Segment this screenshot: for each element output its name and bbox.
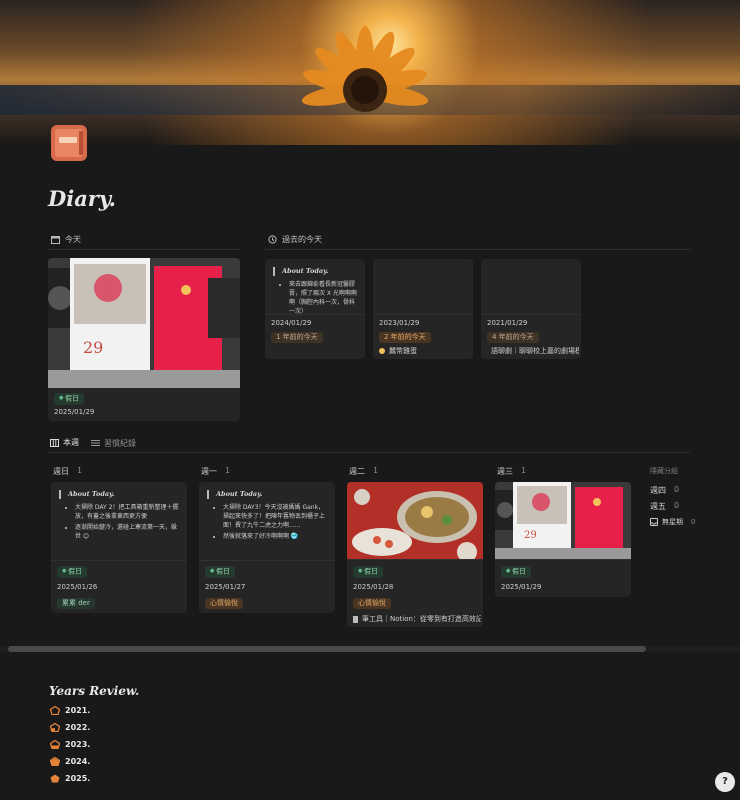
egg-icon: [379, 348, 385, 354]
hotpot-photo: [347, 482, 483, 559]
card-date: 2025/01/27: [205, 583, 246, 591]
pentagon-quarter-icon: [50, 723, 60, 732]
mood-tag: 累累 der: [57, 598, 95, 609]
board-card-tue[interactable]: 假日 2025/01/28 心情愉悅 筆工具｜Notion：從零到有打造高效記錄…: [347, 482, 483, 627]
today-tag: 假日: [54, 393, 84, 405]
sunflower-illustration: [301, 26, 429, 112]
mood-tag: 心情愉悅: [353, 598, 391, 609]
preview-title: About Today.: [273, 267, 359, 276]
past-date: 2021/01/29: [487, 319, 528, 327]
past-extra: 蠶幣雞蛋: [389, 347, 417, 355]
board-scrollbar-thumb[interactable]: [8, 646, 646, 652]
board-card-mon[interactable]: About Today. 大掃除 DAY3！今天沒被媽媽 Gank，掃起來快多了…: [199, 482, 335, 613]
past-label: 過去的今天: [282, 235, 322, 244]
past-card-2[interactable]: 2023/01/29 2 年前的今天 蠶幣雞蛋: [373, 259, 473, 359]
card-linked-page: 筆工具｜Notion：從零到有打造高效記錄工: [362, 615, 481, 623]
preview-item: 來去跟錦俞看長新冠醫膠膏，照了兩次 X 光啊啊啊啊（胸腔內科一次，骨科一次）: [289, 280, 359, 316]
past-card-1[interactable]: About Today. 來去跟錦俞看長新冠醫膠膏，照了兩次 X 光啊啊啊啊（胸…: [265, 259, 365, 359]
card-cover-photo: [495, 482, 631, 559]
column-header-mon[interactable]: 週一 1: [201, 466, 230, 477]
preview-title: About Today.: [207, 490, 329, 499]
past-tag: 1 年前的今天: [271, 332, 323, 343]
today-label: 今天: [65, 235, 81, 244]
preview-item: 逐漸開始變冷，還碰上寒流第一天，躲世 😊: [75, 523, 181, 541]
past-tag: 4 年前的今天: [487, 332, 539, 343]
preview-item: 大掃除 DAY3！今天沒被媽媽 Gank，掃起來快多了！把陳年舊物丟到櫃子上面！…: [223, 503, 329, 530]
hidden-groups-label: 隱藏分組: [650, 467, 678, 475]
help-button[interactable]: ?: [715, 772, 735, 792]
document-icon: [353, 615, 358, 623]
years-review-title: Years Review.: [49, 684, 140, 698]
year-link-2023[interactable]: 2023.: [50, 740, 90, 749]
card-tag: 假日: [205, 566, 235, 578]
list-icon: [91, 440, 100, 446]
pentagon-filled-icon: [50, 774, 60, 783]
pentagon-outline-icon: [50, 706, 60, 715]
column-header-tue[interactable]: 週二 1: [349, 466, 378, 477]
today-section-header[interactable]: 今天: [51, 234, 81, 245]
preview-item: 大掃除 DAY 2！把工具箱重新整理＋擺放，有蓋之後拿東西更方便: [75, 503, 181, 521]
today-card[interactable]: 29 假日 2025/01/29: [48, 258, 240, 421]
card-date: 2025/01/26: [57, 583, 98, 591]
past-date: 2024/01/29: [271, 319, 312, 327]
board-card-wed[interactable]: 29 假日 2025/01/29: [495, 482, 631, 597]
calendar-day-number: 29: [524, 530, 537, 541]
mood-tag: 心情愉悅: [205, 598, 243, 609]
preview-title: About Today.: [59, 490, 181, 499]
past-card-3[interactable]: 2021/01/29 4 年前的今天 語聊劇｜聊聊校上嘉的劇場模式: [481, 259, 581, 359]
hidden-group-thu[interactable]: 週四 0: [650, 485, 679, 496]
card-tag: 假日: [501, 566, 531, 578]
year-link-2022[interactable]: 2022.: [50, 723, 90, 732]
year-link-2025[interactable]: 2025.: [50, 774, 90, 783]
card-tag: 假日: [57, 566, 87, 578]
view-tabs: 本週 習慣紀錄: [50, 437, 136, 453]
calendar-day-number: 29: [83, 338, 104, 357]
pentagon-half-icon: [50, 740, 60, 749]
column-header-wed[interactable]: 週三 1: [497, 466, 526, 477]
card-date: 2025/01/28: [353, 583, 394, 591]
board-card-sun[interactable]: About Today. 大掃除 DAY 2！把工具箱重新整理＋擺放，有蓋之後拿…: [51, 482, 187, 613]
past-tag: 2 年前的今天: [379, 332, 431, 343]
history-icon: [268, 235, 277, 244]
past-section-header[interactable]: 過去的今天: [268, 234, 322, 245]
year-link-2024[interactable]: 2024.: [50, 757, 90, 766]
card-tag: 假日: [353, 566, 383, 578]
cover-image: [0, 0, 740, 145]
today-date: 2025/01/29: [54, 408, 95, 416]
board-icon: [50, 438, 59, 447]
column-header-sun[interactable]: 週日 1: [53, 466, 82, 477]
past-extra: 語聊劇｜聊聊校上嘉的劇場模式: [491, 347, 579, 355]
hidden-group-none[interactable]: 無星期 0: [650, 517, 695, 527]
tab-this-week[interactable]: 本週: [50, 437, 79, 453]
inbox-icon: [650, 518, 658, 526]
preview-item: 然後就落來了好冷啊啊啊 🥶: [223, 532, 329, 541]
card-cover-photo: [48, 258, 240, 388]
tab-habit-log[interactable]: 習慣紀錄: [91, 437, 136, 453]
year-link-2021[interactable]: 2021.: [50, 706, 90, 715]
page-title: Diary.: [48, 186, 116, 211]
past-date: 2023/01/29: [379, 319, 420, 327]
hidden-group-fri[interactable]: 週五 0: [650, 501, 679, 512]
pentagon-most-icon: [50, 757, 60, 766]
diary-book-icon[interactable]: [49, 123, 89, 163]
card-date: 2025/01/29: [501, 583, 542, 591]
calendar-icon: [51, 236, 60, 244]
